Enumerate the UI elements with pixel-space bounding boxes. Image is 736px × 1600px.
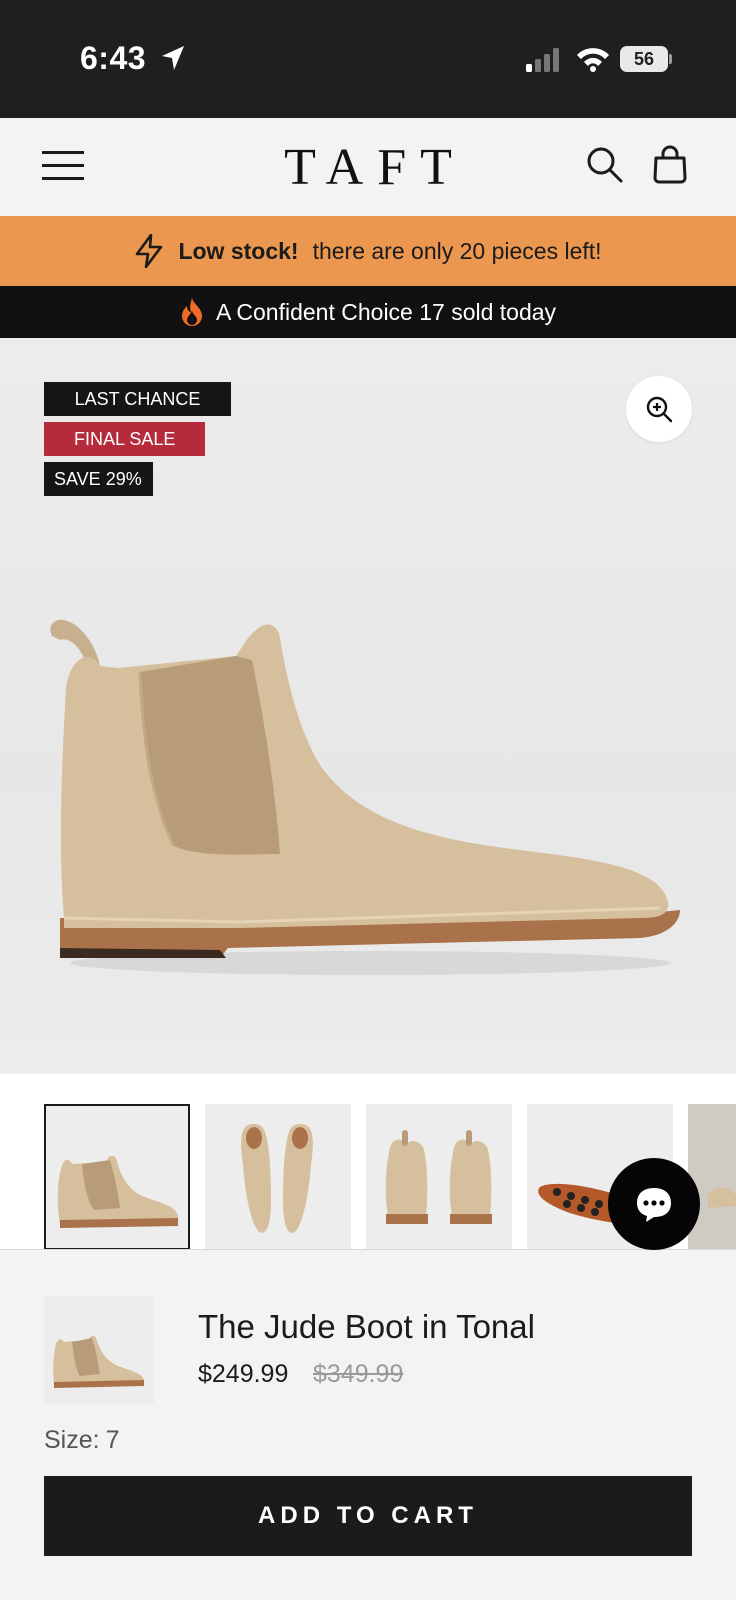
size-selector[interactable]: Size: 7: [44, 1426, 120, 1455]
lightning-bolt-icon: [134, 234, 164, 268]
boot-back-thumbnail: [385, 1130, 492, 1224]
low-stock-label: Low stock!: [178, 237, 299, 264]
battery-indicator: 56: [620, 46, 668, 72]
shopping-bag-icon[interactable]: [652, 144, 688, 184]
last-chance-badge: LAST CHANCE: [44, 382, 231, 416]
lifestyle-thumbnail: [688, 1104, 736, 1249]
product-hero-image[interactable]: LAST CHANCE FINAL SALE SAVE 29%: [0, 338, 736, 1074]
zoom-button[interactable]: [626, 376, 692, 442]
boot-top-thumbnail: [241, 1124, 313, 1233]
size-label: Size:: [44, 1426, 100, 1454]
wifi-icon: [577, 48, 609, 72]
add-to-cart-button[interactable]: ADD TO CART: [44, 1476, 692, 1556]
chat-bubble-icon: [637, 1188, 671, 1222]
thumbnail-back-view[interactable]: [366, 1104, 512, 1249]
sold-today-text: A Confident Choice 17 sold today: [215, 298, 557, 325]
status-time: 6:43: [80, 40, 147, 76]
product-compare-price: $349.99: [313, 1360, 404, 1388]
cellular-signal-icon: [526, 48, 559, 72]
flame-icon: [180, 297, 204, 327]
low-stock-text: there are only 20 pieces left!: [312, 237, 602, 264]
low-stock-banner: Low stock! there are only 20 pieces left…: [0, 216, 736, 286]
thumbnail-lifestyle-view[interactable]: [688, 1104, 736, 1249]
product-title: The Jude Boot in Tonal: [198, 1308, 535, 1345]
search-icon[interactable]: [586, 146, 624, 184]
thumbnail-side-view[interactable]: [44, 1104, 190, 1249]
product-price: $249.99: [198, 1360, 289, 1388]
save-badge: SAVE 29%: [44, 462, 153, 496]
status-bar: 6:43 56: [0, 0, 736, 118]
boot-mini-thumbnail: [53, 1335, 145, 1388]
thumbnail-top-view[interactable]: [205, 1104, 351, 1249]
boot-side-thumbnail: [57, 1155, 179, 1228]
chelsea-boot-image: [50, 619, 680, 975]
product-mini-image: [44, 1296, 154, 1404]
location-arrow-icon: [162, 46, 184, 70]
size-value: 7: [105, 1426, 120, 1454]
brand-logo[interactable]: TAFT: [0, 138, 736, 197]
sold-today-banner: A Confident Choice 17 sold today: [0, 286, 736, 338]
chat-button[interactable]: [608, 1158, 700, 1250]
battery-tip: [669, 54, 672, 64]
final-sale-badge: FINAL SALE: [44, 422, 205, 456]
zoom-in-icon: [646, 396, 673, 423]
site-header: TAFT: [0, 118, 736, 216]
